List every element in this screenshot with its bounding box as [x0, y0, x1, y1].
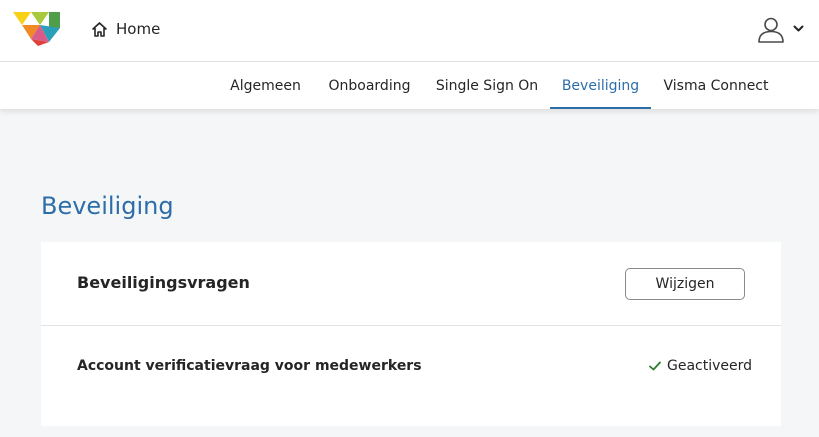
- tab-visma-connect[interactable]: Visma Connect: [660, 62, 772, 109]
- user-menu[interactable]: [757, 15, 804, 43]
- verification-question-label: Account verificatievraag voor medewerker…: [77, 358, 422, 374]
- tab-beveiliging[interactable]: Beveiliging: [550, 62, 651, 109]
- card-header: Beveiligingsvragen Wijzigen: [41, 242, 781, 326]
- chevron-down-icon[interactable]: [793, 25, 804, 33]
- tab-single-sign-on[interactable]: Single Sign On: [433, 62, 541, 109]
- check-icon: [649, 361, 661, 371]
- top-bar: Home: [0, 0, 819, 62]
- security-questions-card: Beveiligingsvragen Wijzigen Account veri…: [41, 242, 781, 426]
- tab-bar: Algemeen Onboarding Single Sign On Bevei…: [0, 62, 819, 109]
- edit-button[interactable]: Wijzigen: [625, 268, 745, 300]
- status-text: Geactiveerd: [667, 358, 753, 374]
- user-icon[interactable]: [757, 15, 785, 43]
- visma-logo-icon[interactable]: [13, 12, 60, 46]
- page-title: Beveiliging: [41, 192, 174, 220]
- tab-algemeen[interactable]: Algemeen: [225, 62, 306, 109]
- status-badge: Geactiveerd: [649, 358, 752, 374]
- tab-onboarding[interactable]: Onboarding: [322, 62, 417, 109]
- home-label: Home: [116, 20, 161, 38]
- card-title: Beveiligingsvragen: [77, 273, 250, 292]
- home-link[interactable]: Home: [91, 17, 160, 41]
- home-icon: [92, 21, 107, 37]
